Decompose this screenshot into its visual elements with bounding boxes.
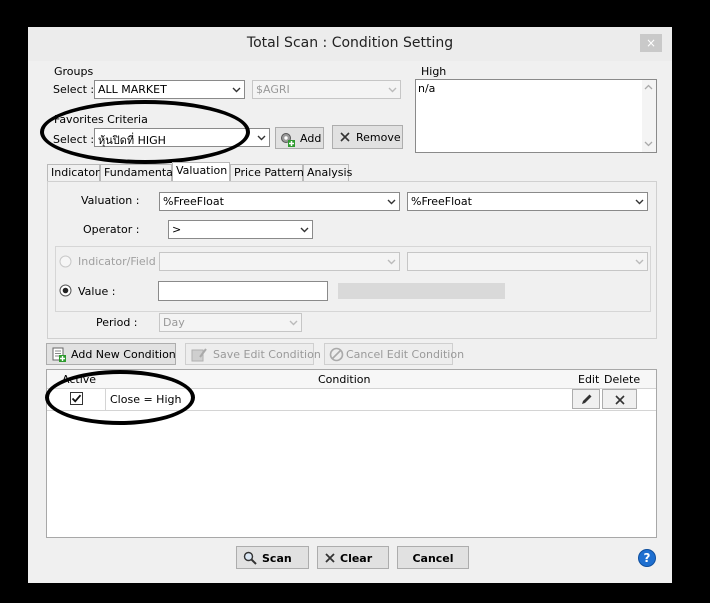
tab-analysis[interactable]: Analysis — [303, 164, 353, 181]
magnifier-icon — [243, 551, 257, 565]
annotation-oval — [40, 100, 250, 164]
save-edit-condition-label: Save Edit Condition — [213, 348, 321, 361]
value-slider-bar — [338, 283, 505, 299]
groups-legend: Groups — [54, 65, 94, 78]
tab-price-pattern[interactable]: Price Pattern — [230, 164, 304, 181]
scan-label: Scan — [262, 552, 292, 565]
save-edit-condition-button[interactable]: Save Edit Condition — [185, 343, 321, 365]
add-new-condition-label: Add New Condition — [71, 348, 176, 361]
value-radio[interactable] — [59, 284, 72, 297]
title-bar: Total Scan : Condition Setting × — [28, 27, 672, 61]
indicator-right-dropdown[interactable] — [407, 252, 648, 271]
help-icon[interactable]: ? — [638, 549, 656, 567]
chevron-down-icon — [257, 135, 266, 141]
chevron-down-icon — [387, 199, 396, 205]
high-text: n/a — [418, 82, 436, 95]
header-condition: Condition — [318, 373, 371, 386]
period-dropdown[interactable]: Day — [159, 313, 302, 332]
valuation-left-value: %FreeFloat — [163, 195, 224, 208]
header-delete: Delete — [604, 373, 641, 386]
market-dropdown[interactable]: ALL MARKET — [94, 80, 245, 99]
market-dropdown-value: ALL MARKET — [98, 83, 167, 96]
clear-button[interactable]: Clear — [317, 546, 389, 569]
tab-valuation[interactable]: Valuation — [172, 162, 230, 182]
close-icon — [325, 553, 335, 563]
cancel-edit-condition-label: Cancel Edit Condition — [346, 348, 465, 361]
indicator-left-dropdown[interactable] — [159, 252, 400, 271]
cancel-button[interactable]: Cancel — [397, 546, 469, 569]
cancel-edit-condition-button[interactable]: Cancel Edit Condition — [324, 343, 464, 365]
indicator-radio[interactable] — [59, 255, 72, 268]
remove-favorite-label: Remove — [356, 131, 401, 144]
high-legend: High — [421, 65, 447, 78]
add-new-condition-button[interactable]: Add New Condition — [46, 343, 176, 365]
add-document-icon — [52, 347, 66, 362]
row-delete-button[interactable] — [602, 389, 637, 409]
chevron-down-icon — [644, 141, 653, 147]
tab-price-pattern-label: Price Pattern — [234, 166, 304, 179]
tab-fundamental-label: Fundamental — [104, 166, 176, 179]
indicator-label: Indicator/Field : — [78, 255, 163, 268]
tab-valuation-label: Valuation — [176, 164, 228, 177]
chevron-down-icon — [300, 227, 309, 233]
close-icon — [615, 395, 625, 405]
operator-dropdown[interactable]: > — [168, 220, 313, 239]
clear-label: Clear — [340, 552, 373, 565]
valuation-right-value: %FreeFloat — [411, 195, 472, 208]
groups-select-label: Select : — [53, 83, 95, 96]
pencil-icon — [582, 394, 592, 404]
period-value: Day — [163, 316, 185, 329]
add-favorite-label: Add — [300, 132, 322, 145]
save-edit-icon — [191, 348, 207, 362]
valuation-label: Valuation : — [81, 194, 140, 207]
add-favorite-button[interactable]: Add — [275, 127, 324, 149]
window-title: Total Scan : Condition Setting — [246, 35, 454, 51]
remove-favorite-button[interactable]: Remove — [332, 125, 403, 149]
tab-indicator-label: Indicator — [51, 166, 100, 179]
high-textarea[interactable]: n/a — [415, 79, 657, 153]
chevron-up-icon — [644, 84, 653, 90]
period-label: Period : — [96, 316, 138, 329]
tab-indicator[interactable]: Indicator — [47, 164, 100, 181]
operator-value: > — [172, 223, 182, 236]
dialog-window: Total Scan : Condition Setting × Groups … — [28, 27, 672, 583]
cancel-label: Cancel — [412, 552, 454, 565]
group-sub-dropdown[interactable]: $AGRI — [252, 80, 401, 99]
value-input[interactable] — [158, 281, 328, 301]
scan-button[interactable]: Scan — [236, 546, 309, 569]
annotation-oval — [45, 370, 195, 425]
gear-add-icon — [281, 133, 295, 147]
header-edit: Edit — [578, 373, 600, 386]
cancel-icon — [329, 347, 344, 362]
chevron-down-icon — [387, 259, 396, 265]
chevron-down-icon — [388, 87, 397, 93]
chevron-down-icon — [232, 87, 241, 93]
valuation-right-dropdown[interactable]: %FreeFloat — [407, 192, 648, 211]
close-icon — [340, 132, 350, 142]
group-sub-dropdown-value: $AGRI — [256, 83, 290, 96]
tab-analysis-label: Analysis — [307, 166, 353, 179]
chevron-down-icon — [289, 320, 298, 326]
value-label: Value : — [78, 285, 116, 298]
high-scrollbar[interactable] — [642, 80, 656, 152]
row-edit-button[interactable] — [572, 389, 600, 409]
tab-fundamental[interactable]: Fundamental — [100, 164, 176, 181]
chevron-down-icon — [635, 259, 644, 265]
valuation-left-dropdown[interactable]: %FreeFloat — [159, 192, 400, 211]
close-button[interactable]: × — [640, 34, 662, 52]
operator-label: Operator : — [83, 223, 140, 236]
chevron-down-icon — [635, 199, 644, 205]
help-glyph: ? — [643, 551, 651, 565]
